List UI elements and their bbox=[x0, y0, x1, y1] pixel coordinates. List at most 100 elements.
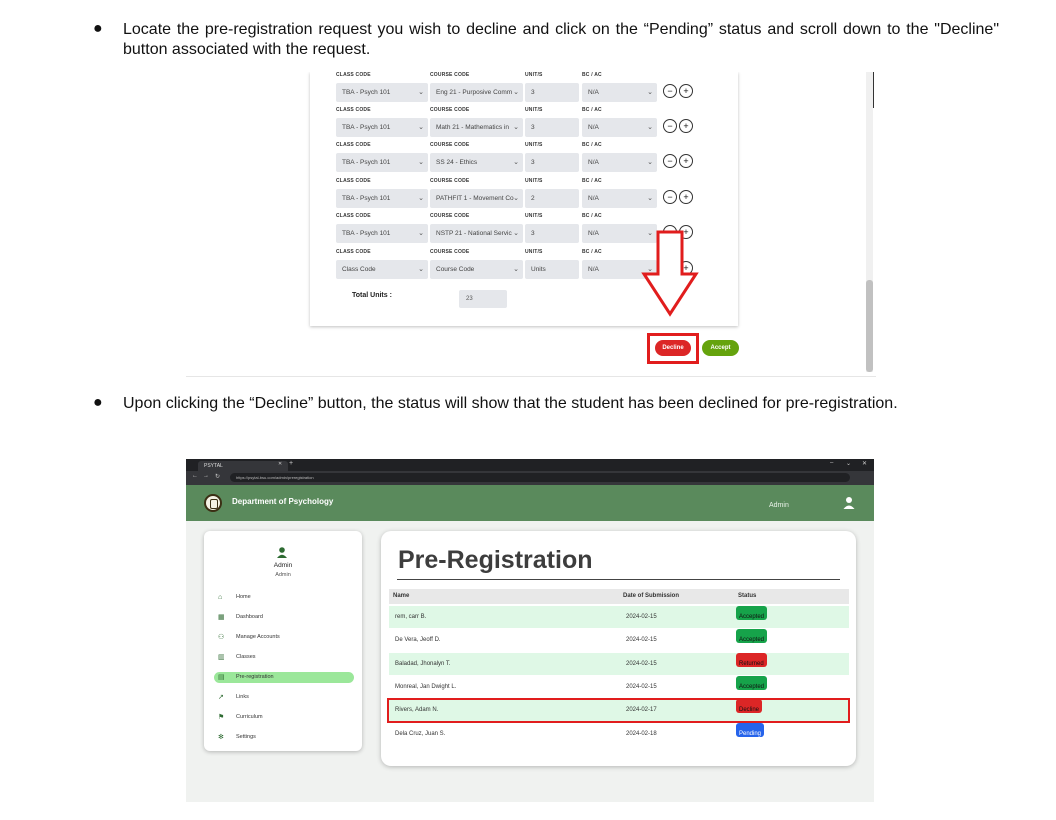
course-code-select[interactable]: Course Code ⌄ bbox=[430, 260, 523, 279]
class-code-select[interactable]: TBA - Psych 101 ⌄ bbox=[336, 118, 428, 137]
instruction-step-1: Locate the pre-registration request you … bbox=[123, 21, 999, 58]
sidebar-item-home[interactable]: ⌂ Home bbox=[214, 592, 354, 603]
course-row: CLASS CODE COURSE CODE UNIT/S BC / AC TBA - … bbox=[336, 107, 856, 141]
course-code-value: Eng 21 - Purposive Comm bbox=[436, 89, 513, 96]
units-field[interactable]: Units bbox=[525, 260, 579, 279]
submission-date: 2024-02-15 bbox=[626, 637, 657, 644]
chevron-down-icon: ⌄ bbox=[418, 124, 424, 131]
minimize-icon[interactable]: – bbox=[830, 460, 833, 466]
table-header: Name Date of Submission Status bbox=[389, 589, 849, 604]
course-code-select[interactable]: NSTP 21 - National Servic ⌄ bbox=[430, 224, 523, 243]
remove-row-button[interactable]: − bbox=[663, 154, 677, 168]
course-code-select[interactable]: Eng 21 - Purposive Comm ⌄ bbox=[430, 83, 523, 102]
add-row-button[interactable]: + bbox=[679, 190, 693, 204]
status-badge[interactable]: Returned bbox=[736, 652, 767, 667]
course-code-value: Math 21 - Mathematics in bbox=[436, 124, 509, 131]
units-field[interactable]: 3 bbox=[525, 224, 579, 243]
table-row[interactable]: Monreal, Jan Dwight L. 2024-02-15 Accepted bbox=[389, 675, 849, 698]
student-name: De Vera, Jeoff D. bbox=[395, 637, 441, 644]
status-badge[interactable]: Accepted bbox=[736, 629, 768, 644]
chevron-down-icon: ⌄ bbox=[513, 195, 519, 202]
forward-icon[interactable]: → bbox=[203, 473, 209, 479]
sidebar-item-classes[interactable]: ▥ Classes bbox=[214, 652, 354, 663]
course-code-label: COURSE CODE bbox=[430, 107, 470, 113]
close-window-icon[interactable]: ✕ bbox=[862, 460, 867, 467]
browser-url-bar: ← → ↻ https://psytal-bsu.com/admin/prere… bbox=[186, 471, 874, 485]
course-row: CLASS CODE COURSE CODE UNIT/S BC / AC TBA - … bbox=[336, 72, 856, 106]
units-field[interactable]: 2 bbox=[525, 189, 579, 208]
screenshot-course-form: CLASS CODE COURSE CODE UNIT/S BC / AC TBA - … bbox=[186, 72, 876, 378]
bc-ac-select[interactable]: N/A ⌄ bbox=[582, 189, 657, 208]
table-row[interactable]: Dela Cruz, Juan S. 2024-02-18 Pending bbox=[389, 722, 849, 745]
units-field[interactable]: 3 bbox=[525, 83, 579, 102]
status-badge[interactable]: Accepted bbox=[736, 675, 768, 690]
bc-ac-select[interactable]: N/A ⌄ bbox=[582, 83, 657, 102]
remove-row-button[interactable]: − bbox=[663, 119, 677, 133]
close-tab-icon[interactable]: ✕ bbox=[278, 461, 282, 467]
course-code-label: COURSE CODE bbox=[430, 142, 470, 148]
bc-ac-select[interactable]: N/A ⌄ bbox=[582, 118, 657, 137]
remove-row-button[interactable]: − bbox=[663, 190, 677, 204]
remove-row-button[interactable]: − bbox=[663, 84, 677, 98]
add-row-button[interactable]: + bbox=[679, 84, 693, 98]
units-label: UNIT/S bbox=[525, 142, 543, 148]
browser-tab[interactable]: PSYTAL bbox=[198, 461, 288, 471]
units-field[interactable]: 3 bbox=[525, 153, 579, 172]
course-code-select[interactable]: SS 24 - Ethics ⌄ bbox=[430, 153, 523, 172]
scrollbar-thumb[interactable] bbox=[866, 280, 873, 372]
class-code-value: TBA - Psych 101 bbox=[342, 195, 391, 202]
user-icon[interactable] bbox=[842, 496, 856, 510]
bc-ac-value: N/A bbox=[588, 89, 599, 96]
units-value: 3 bbox=[531, 230, 535, 237]
reload-icon[interactable]: ↻ bbox=[215, 473, 220, 480]
add-row-button[interactable]: + bbox=[679, 154, 693, 168]
chevron-down-icon: ⌄ bbox=[513, 230, 519, 237]
address-input[interactable]: https://psytal-bsu.com/admin/preregistra… bbox=[230, 473, 850, 482]
course-code-value: Course Code bbox=[436, 266, 475, 273]
course-code-select[interactable]: PATHFIT 1 - Movement Co ⌄ bbox=[430, 189, 523, 208]
status-badge[interactable]: Pending bbox=[736, 722, 765, 737]
settings-icon: ✻ bbox=[218, 734, 224, 741]
class-code-select[interactable]: TBA - Psych 101 ⌄ bbox=[336, 189, 428, 208]
submission-date: 2024-02-18 bbox=[626, 730, 657, 737]
main-content: Pre-Registration Name Date of Submission… bbox=[381, 531, 856, 766]
table-row[interactable]: De Vera, Jeoff D. 2024-02-15 Accepted bbox=[389, 629, 849, 651]
table-row[interactable]: Baladad, Jhonalyn T. 2024-02-15 Returned bbox=[389, 652, 849, 675]
table-row[interactable]: rem, carr B. 2024-02-15 Accepted bbox=[389, 606, 849, 628]
status-badge[interactable]: Accepted bbox=[736, 606, 768, 620]
sidebar-item-label: Settings bbox=[236, 734, 256, 740]
submission-date: 2024-02-15 bbox=[626, 660, 657, 667]
student-name: Dela Cruz, Juan S. bbox=[395, 730, 446, 737]
accept-button[interactable]: Accept bbox=[702, 340, 739, 356]
sidebar-item-manage-accounts[interactable]: ⚇ Manage Accounts bbox=[214, 632, 354, 643]
course-code-select[interactable]: Math 21 - Mathematics in ⌄ bbox=[430, 118, 523, 137]
class-code-select[interactable]: TBA - Psych 101 ⌄ bbox=[336, 153, 428, 172]
class-code-select[interactable]: TBA - Psych 101 ⌄ bbox=[336, 224, 428, 243]
class-code-select[interactable]: TBA - Psych 101 ⌄ bbox=[336, 83, 428, 102]
sidebar-item-settings[interactable]: ✻ Settings bbox=[214, 732, 354, 743]
units-field[interactable]: 3 bbox=[525, 118, 579, 137]
chevron-down-icon: ⌄ bbox=[418, 159, 424, 166]
class-code-select[interactable]: Class Code ⌄ bbox=[336, 260, 428, 279]
units-value: 3 bbox=[531, 124, 535, 131]
screenshot-pre-registration: PSYTAL ✕ + – ⌄ ✕ ← → ↻ https://psytal-bs… bbox=[186, 459, 874, 802]
course-row: CLASS CODE COURSE CODE UNIT/S BC / AC TBA - … bbox=[336, 213, 856, 247]
browser-tab-bar: PSYTAL ✕ + – ⌄ ✕ bbox=[186, 459, 874, 471]
new-tab-icon[interactable]: + bbox=[289, 460, 293, 467]
units-label: UNIT/S bbox=[525, 249, 543, 255]
units-label: UNIT/S bbox=[525, 213, 543, 219]
sidebar-item-label: Links bbox=[236, 694, 249, 700]
course-row: CLASS CODE COURSE CODE UNIT/S BC / AC TBA - … bbox=[336, 142, 856, 176]
bc-ac-select[interactable]: N/A ⌄ bbox=[582, 153, 657, 172]
bc-ac-value: N/A bbox=[588, 124, 599, 131]
sidebar-item-dashboard[interactable]: ▦ Dashboard bbox=[214, 612, 354, 623]
sidebar-item-pre-registration[interactable]: ▤ Pre-registration bbox=[214, 672, 354, 683]
sidebar-item-curriculum[interactable]: ⚑ Curriculum bbox=[214, 712, 354, 723]
sidebar-item-links[interactable]: ↗ Links bbox=[214, 692, 354, 703]
bc-ac-value: N/A bbox=[588, 266, 599, 273]
scrollbar[interactable] bbox=[866, 72, 873, 372]
maximize-icon[interactable]: ⌄ bbox=[846, 460, 851, 467]
add-row-button[interactable]: + bbox=[679, 119, 693, 133]
back-icon[interactable]: ← bbox=[192, 473, 198, 479]
dashboard-icon: ▦ bbox=[218, 614, 225, 621]
